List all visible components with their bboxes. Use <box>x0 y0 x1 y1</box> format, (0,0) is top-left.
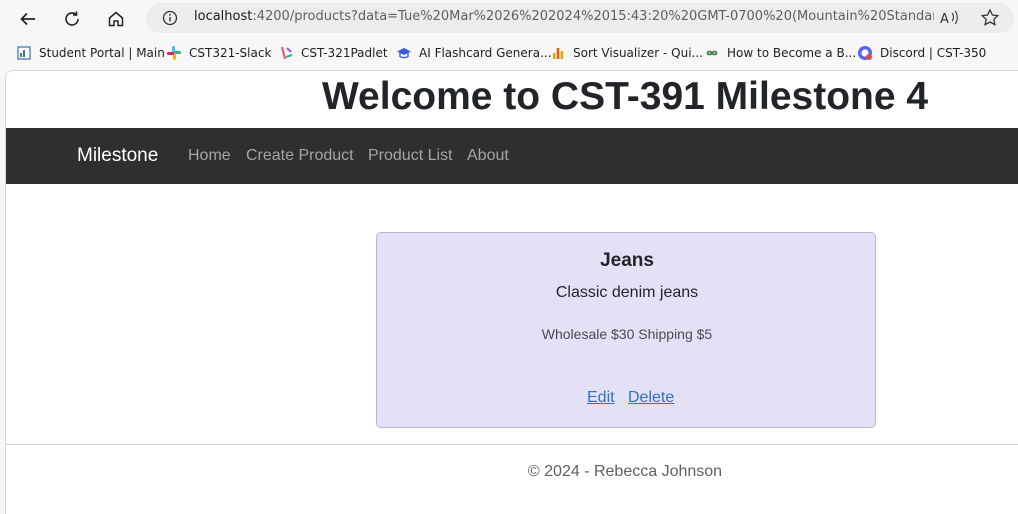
bar-chart-icon <box>553 48 564 59</box>
bookmark-label: Student Portal | Main <box>39 46 165 60</box>
nav-link-product-list[interactable]: Product List <box>368 147 452 165</box>
refresh-button[interactable] <box>58 6 86 32</box>
footer-divider <box>6 444 1018 445</box>
home-icon <box>108 11 124 27</box>
bookmark-label: CST-321Padlet <box>301 46 388 60</box>
url-path: :4200/products?data=Tue%20Mar%2026%20202… <box>252 9 934 24</box>
browser-toolbar: localhost:4200/products?data=Tue%20Mar%2… <box>0 0 1018 38</box>
bookmark-label: Discord | CST-350 <box>880 46 987 60</box>
url-text[interactable]: localhost:4200/products?data=Tue%20Mar%2… <box>194 9 934 24</box>
bookmark-label: Sort Visualizer - Qui... <box>573 46 703 60</box>
bookmark-label: AI Flashcard Genera... <box>419 46 552 60</box>
bookmark-label: CST321-Slack <box>189 46 272 60</box>
back-button[interactable] <box>14 6 42 32</box>
bookmark-slack[interactable]: CST321-Slack <box>166 44 271 62</box>
url-host: localhost <box>194 9 253 24</box>
product-description: Classic denim jeans <box>555 284 699 301</box>
bookmark-ai-flashcard[interactable]: AI Flashcard Genera... <box>396 44 552 62</box>
info-icon[interactable] <box>162 10 178 26</box>
back-arrow-icon <box>20 12 35 26</box>
page-viewport: Welcome to CST-391 Milestone 4 Milestone… <box>5 70 1018 514</box>
nav-link-home[interactable]: Home <box>188 147 231 165</box>
product-pricing: Wholesale $30 Shipping $5 <box>541 326 713 342</box>
refresh-icon <box>65 11 79 26</box>
bookmark-label: How to Become a B... <box>727 46 857 60</box>
padlet-icon <box>281 46 293 60</box>
page-title: Welcome to CST-391 Milestone 4 <box>321 75 929 118</box>
bookmark-how-to-become[interactable]: How to Become a B... <box>704 44 856 62</box>
delete-link[interactable]: Delete <box>628 389 674 407</box>
favorite-star-icon[interactable] <box>980 8 1000 28</box>
footer-text: © 2024 - Rebecca Johnson <box>527 463 723 480</box>
bookmark-student-portal[interactable]: Student Portal | Main <box>16 44 165 62</box>
bookmark-discord[interactable]: Discord | CST-350 <box>857 44 986 62</box>
nav-link-create-product[interactable]: Create Product <box>246 147 354 165</box>
bookmarks-bar: Student Portal | Main CST321-Slack CST-3… <box>0 38 1018 68</box>
product-name: Jeans <box>600 250 654 271</box>
read-aloud-icon[interactable]: A <box>940 9 960 27</box>
product-card: Jeans Classic denim jeans Wholesale $30 … <box>376 232 876 428</box>
student-portal-icon <box>17 46 31 60</box>
discord-icon <box>858 46 872 60</box>
graduation-cap-icon <box>397 48 411 59</box>
bookmark-sort-visualizer[interactable]: Sort Visualizer - Qui... <box>550 44 703 62</box>
navbar: Milestone Home Create Product Product Li… <box>6 128 1018 184</box>
infinity-icon <box>706 50 718 56</box>
home-button[interactable] <box>102 6 130 32</box>
edit-link[interactable]: Edit <box>587 389 615 407</box>
svg-text:A: A <box>940 12 949 27</box>
address-bar[interactable]: localhost:4200/products?data=Tue%20Mar%2… <box>146 3 1014 33</box>
bookmark-padlet[interactable]: CST-321Padlet <box>278 44 388 62</box>
navbar-brand[interactable]: Milestone <box>77 145 158 167</box>
nav-link-about[interactable]: About <box>467 147 509 165</box>
slack-icon <box>167 46 181 60</box>
